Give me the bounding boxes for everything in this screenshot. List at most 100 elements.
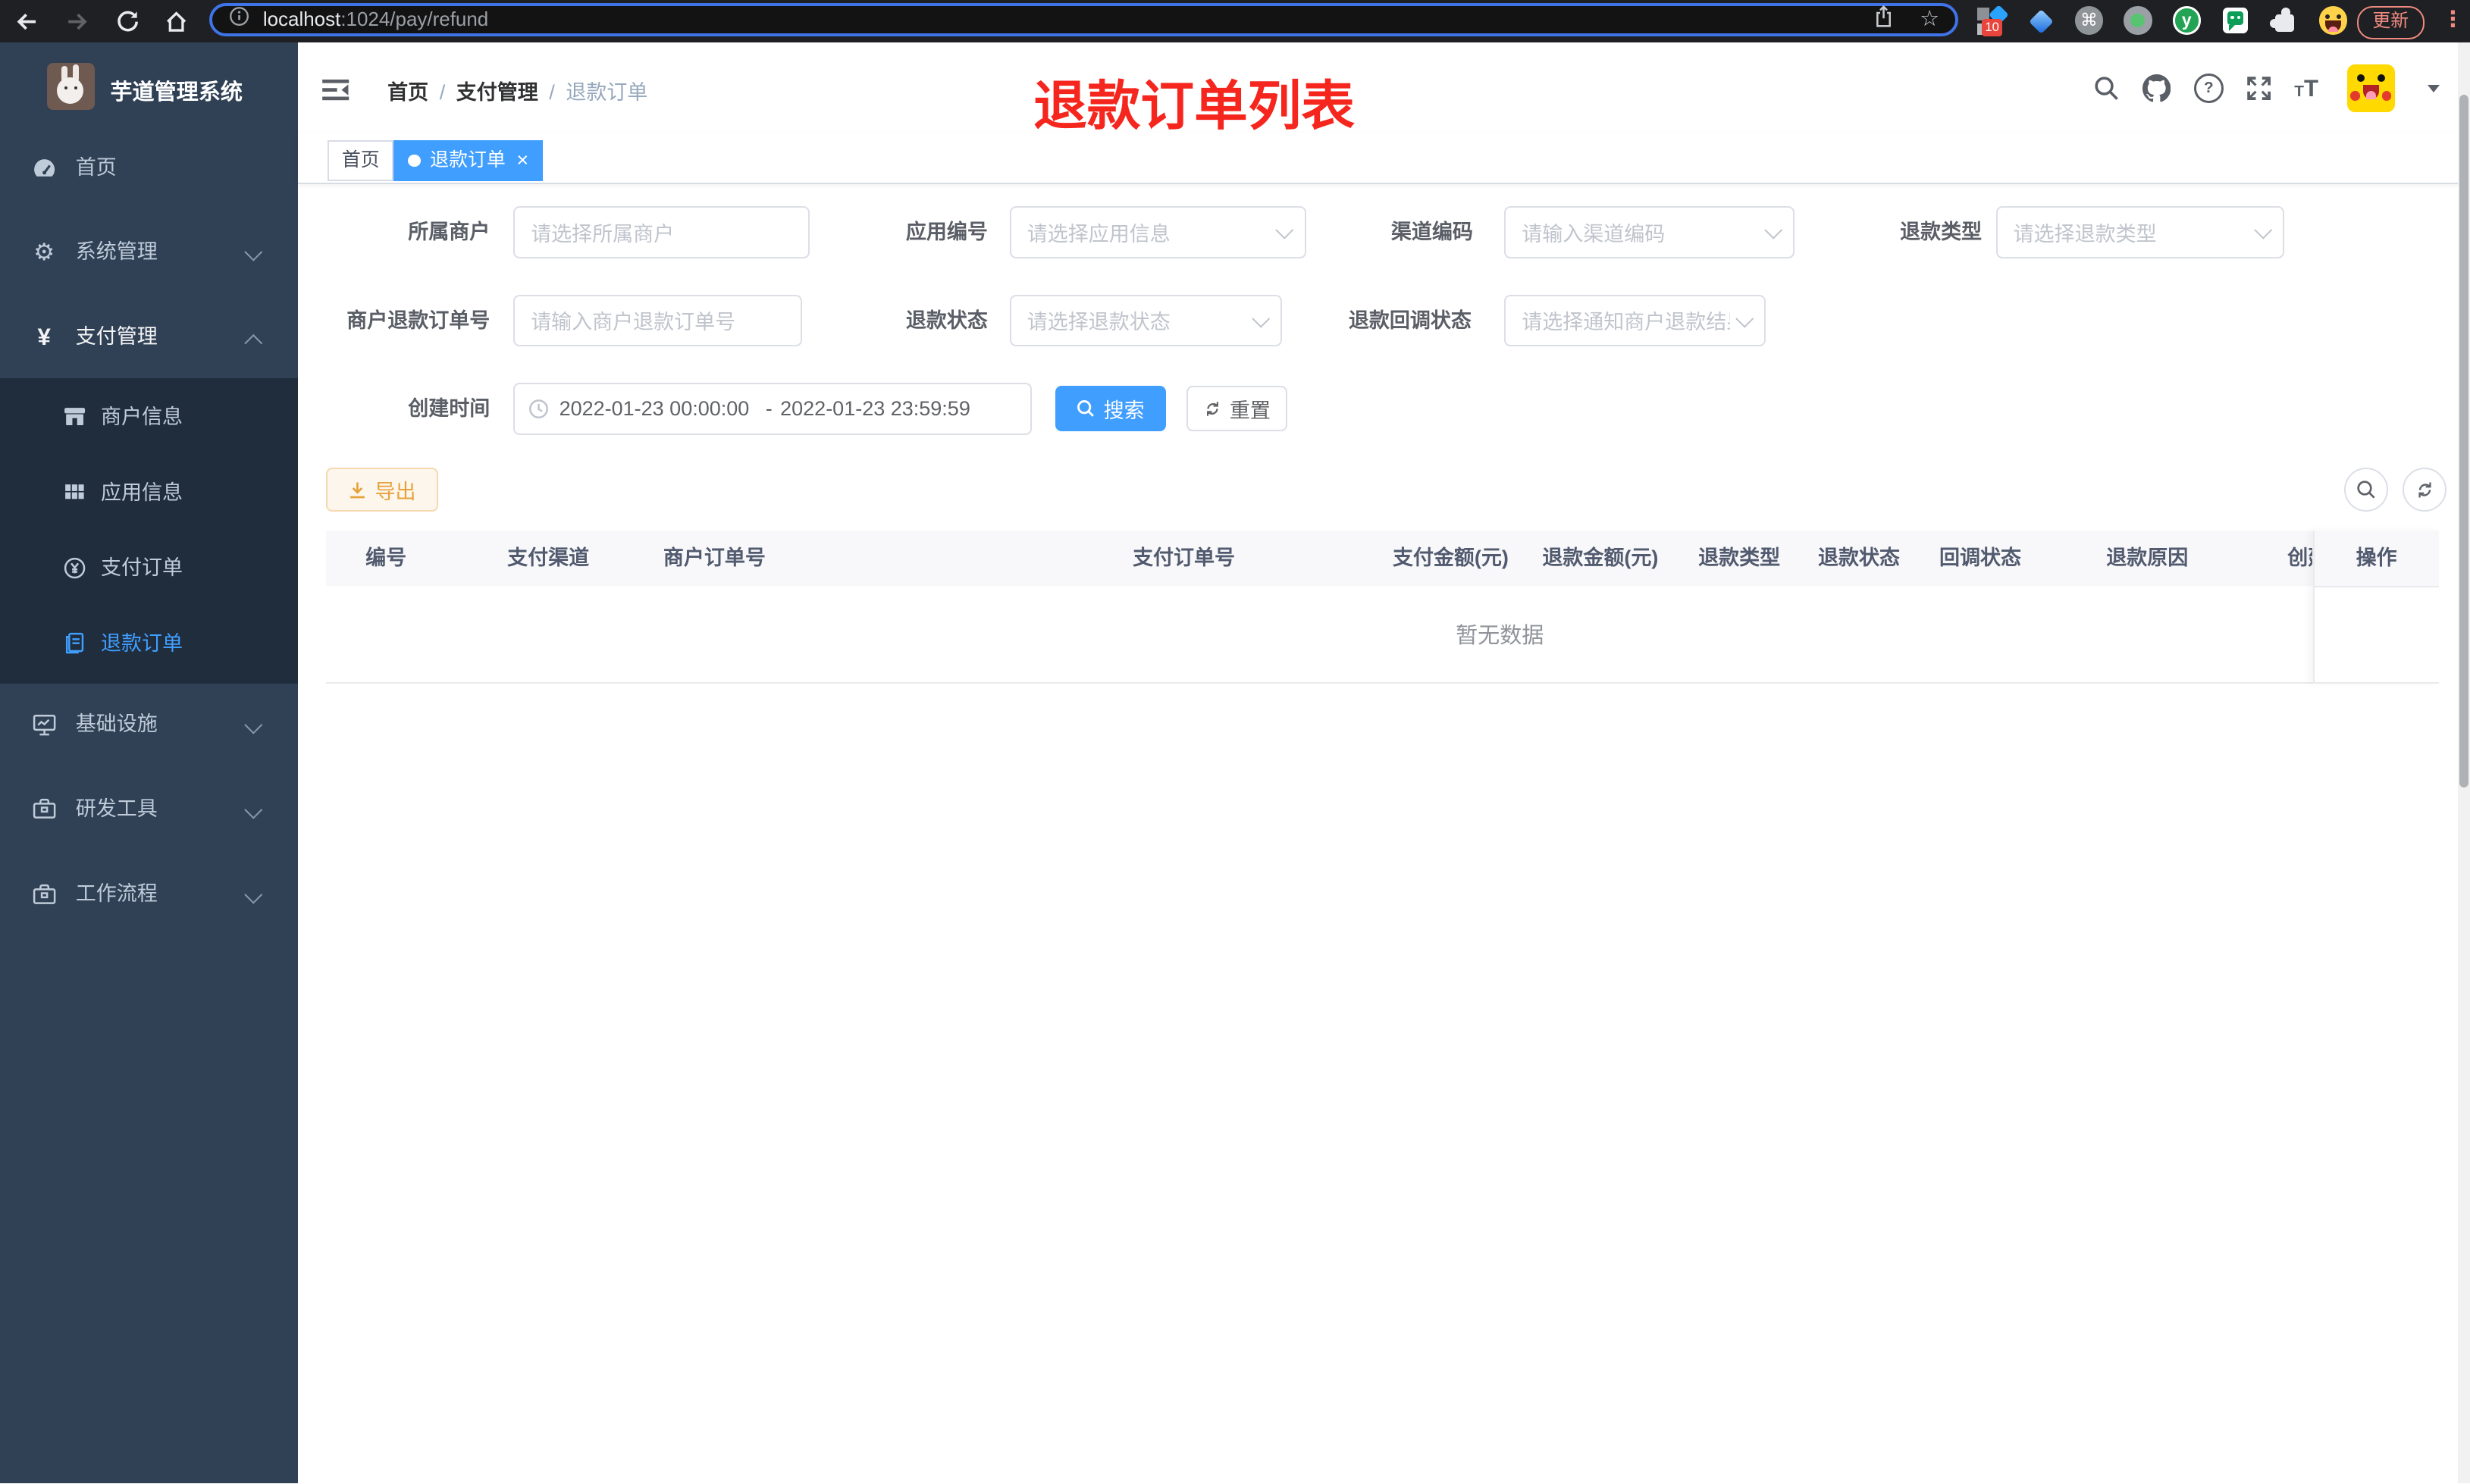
range-start-value: 2022-01-23 00:00:00 [559, 396, 750, 420]
avatar-caret-icon[interactable] [2428, 85, 2440, 92]
browser-menu-icon[interactable]: ⋮ [2442, 6, 2464, 33]
refresh-circle-button[interactable] [2402, 468, 2447, 512]
tab-refund-order[interactable]: 退款订单 × [393, 139, 543, 181]
col-header-action: 操作 [2314, 531, 2439, 587]
sidebar-item-app-info[interactable]: 应用信息 [0, 456, 298, 531]
browser-toolbar: localhost:1024/pay/refund ☆ 10 ⌘ y 更新 ⋮ [0, 0, 2470, 43]
chevron-down-icon [244, 715, 263, 734]
shop-icon [63, 405, 86, 428]
filter-label-refund-status: 退款状态 [905, 308, 988, 332]
sidebar-item-label: 工作流程 [75, 882, 158, 906]
col-header-merchant-order-no: 商户订单号 [663, 546, 766, 570]
app-logo[interactable] [47, 63, 95, 111]
extension-y-icon[interactable]: y [2172, 6, 2202, 36]
dashboard-icon [32, 156, 57, 181]
filter-label-merchant: 所属商户 [408, 221, 491, 244]
col-header-refund-amount: 退款金额(元) [1542, 546, 1659, 570]
col-header-pay-order-no: 支付订单号 [1133, 546, 1236, 570]
col-header-create-time-clipped: 创建时间 [2287, 546, 2312, 570]
browser-back-icon[interactable] [13, 8, 41, 36]
url-text[interactable]: localhost:1024/pay/refund [263, 8, 488, 31]
refund-doc-icon [63, 631, 86, 655]
tab-close-icon[interactable]: × [516, 150, 528, 171]
extension-gem-icon[interactable] [2026, 6, 2055, 36]
browser-reload-icon[interactable] [114, 8, 142, 36]
sidebar: 芋道管理系统 首页 ⚙ 系统管理 ¥ 支付管理 商户信息 应用信息 支付订单 退… [0, 42, 298, 1484]
bookmark-star-icon[interactable]: ☆ [1920, 8, 1939, 30]
filter-label-refund-type: 退款类型 [1900, 221, 1983, 244]
chevron-down-icon [1735, 309, 1754, 327]
app-title: 芋道管理系统 [110, 80, 243, 105]
filter-label-app: 应用编号 [905, 221, 988, 244]
sidebar-item-devtools[interactable]: 研发工具 [0, 770, 298, 849]
extension-command-icon[interactable]: ⌘ [2074, 6, 2105, 36]
active-dot-icon [408, 154, 421, 167]
empty-placeholder: 暂无数据 [1456, 623, 1544, 648]
extension-emoji-icon[interactable] [2318, 6, 2349, 36]
browser-forward-icon[interactable] [63, 8, 91, 36]
range-separator: - [765, 396, 773, 420]
notify-status-select[interactable]: 请选择通知商户退款结果的 [1504, 294, 1766, 347]
breadcrumb-home[interactable]: 首页 [387, 81, 428, 104]
sidebar-collapse-icon[interactable] [320, 74, 352, 106]
col-header-pay-amount: 支付金额(元) [1392, 546, 1509, 570]
sidebar-item-label: 支付订单 [100, 556, 183, 580]
create-time-range-picker[interactable]: 2022-01-23 00:00:00 - 2022-01-23 23:59:5… [513, 382, 1033, 435]
col-header-callback-status: 回调状态 [1939, 546, 2021, 570]
sidebar-item-pay-order[interactable]: 支付订单 [0, 531, 298, 606]
reset-button[interactable]: 重置 [1186, 386, 1287, 432]
app-window: localhost:1024/pay/refund ☆ 10 ⌘ y 更新 ⋮ … [0, 0, 2470, 1484]
github-icon[interactable] [2141, 73, 2173, 105]
pay-order-icon [63, 556, 86, 580]
sidebar-item-label: 系统管理 [75, 240, 158, 263]
sidebar-item-home[interactable]: 首页 [0, 129, 298, 208]
avatar[interactable] [2347, 64, 2395, 112]
tab-home[interactable]: 首页 [328, 139, 394, 181]
monitor-icon [32, 712, 57, 737]
address-bar[interactable]: localhost:1024/pay/refund ☆ [209, 3, 1958, 36]
sidebar-item-label: 退款订单 [100, 632, 183, 655]
sidebar-item-label: 研发工具 [75, 797, 158, 821]
search-button[interactable]: 搜索 [1055, 386, 1166, 432]
help-icon[interactable]: ? [2193, 73, 2225, 105]
grid-icon [63, 481, 86, 504]
search-icon[interactable] [2090, 73, 2122, 105]
extension-badge: 10 [1982, 18, 2003, 36]
page-annotation-title: 退款订单列表 [1033, 76, 1355, 136]
extension-chat-icon[interactable] [2221, 6, 2251, 36]
extension-grid-icon[interactable]: 10 [1976, 5, 2009, 36]
filter-label-merchant-refund-no: 商户退款订单号 [346, 308, 491, 332]
site-info-icon[interactable] [228, 5, 250, 34]
breadcrumb: 首页 / 支付管理 / 退款订单 [387, 80, 648, 104]
col-header-id: 编号 [365, 546, 407, 570]
filter-label-channel: 渠道编码 [1390, 221, 1473, 244]
sidebar-item-refund-order[interactable]: 退款订单 [0, 606, 298, 682]
extensions-puzzle-icon[interactable] [2270, 6, 2299, 36]
refund-type-select[interactable]: 请选择退款类型 [1995, 206, 2285, 258]
col-header-refund-reason: 退款原因 [2106, 546, 2189, 570]
table-body: 暂无数据 [326, 586, 2439, 684]
tags-view-bar: 首页 退款订单 × [297, 132, 2470, 185]
share-icon[interactable] [1873, 5, 1895, 35]
sidebar-item-workflow[interactable]: 工作流程 [0, 855, 298, 934]
font-size-icon[interactable]: TT [2290, 73, 2322, 105]
fullscreen-icon[interactable] [2243, 73, 2275, 105]
filter-label-create-time: 创建时间 [408, 396, 491, 420]
hide-search-circle-button[interactable] [2344, 468, 2389, 512]
top-navbar: 首页 / 支付管理 / 退款订单 退款订单列表 ? TT [297, 42, 2470, 136]
breadcrumb-pay[interactable]: 支付管理 [456, 81, 538, 104]
briefcase-icon [32, 882, 57, 907]
clock-icon [528, 398, 550, 420]
tab-label: 首页 [341, 149, 380, 171]
chevron-down-icon [244, 800, 263, 819]
chevron-down-icon [2254, 221, 2272, 240]
chevron-down-icon [244, 885, 263, 903]
table-header-row: 编号 支付渠道 商户订单号 支付订单号 支付金额(元) 退款金额(元) 退款类型… [326, 531, 2439, 587]
export-button[interactable]: 导出 [326, 468, 438, 512]
sidebar-item-infra[interactable]: 基础设施 [0, 685, 298, 764]
browser-update-button[interactable]: 更新 [2356, 6, 2425, 39]
page-scrollbar-thumb[interactable] [2459, 94, 2469, 787]
extension-record-icon[interactable] [2124, 6, 2153, 36]
browser-home-icon[interactable] [162, 8, 190, 36]
sidebar-item-label: 基础设施 [75, 712, 158, 735]
